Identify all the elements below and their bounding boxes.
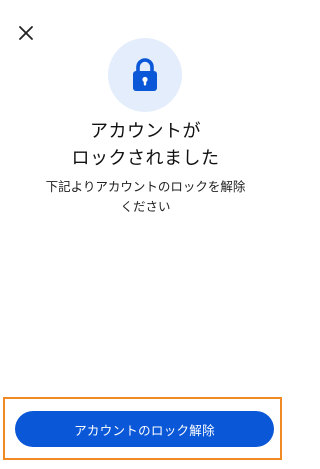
lock-badge [108,38,182,112]
title-line-2: ロックされました [71,148,220,169]
description-line-2: ください [120,199,171,214]
description-text: 下記よりアカウントのロックを解除 ください [0,177,291,217]
close-button[interactable] [15,22,37,44]
unlock-account-button[interactable]: アカウントのロック解除 [15,411,274,447]
lock-icon [133,58,157,91]
description-line-1: 下記よりアカウントのロックを解除 [45,179,246,194]
page-title: アカウントが ロックされました [0,118,291,172]
title-line-1: アカウントが [90,121,201,142]
close-icon [19,26,33,40]
